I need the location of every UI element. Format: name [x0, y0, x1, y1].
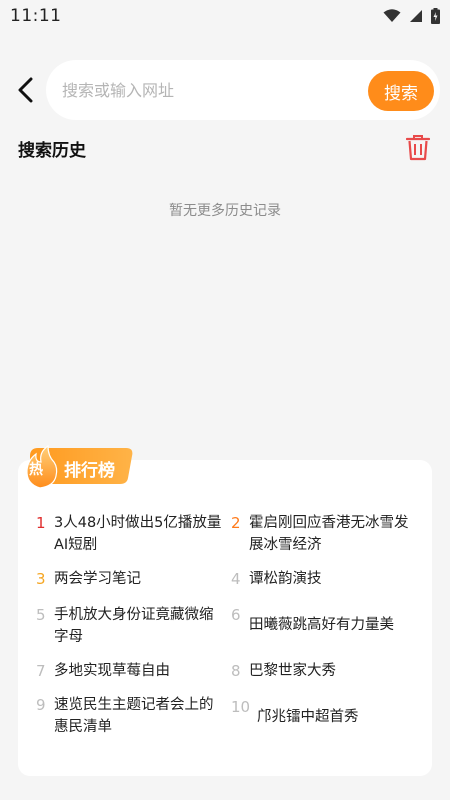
- rank-item-10[interactable]: 10 邝兆镭中超首秀: [231, 696, 359, 728]
- rank-title: 手机放大身份证竟藏微缩 字母: [54, 607, 214, 645]
- search-button[interactable]: 搜索: [368, 71, 434, 111]
- rank-item-8[interactable]: 8 巴黎世家大秀: [231, 660, 336, 682]
- rank-title: 多地实现草莓自由: [54, 663, 170, 679]
- flame-icon-label: 热: [29, 462, 43, 478]
- search-box: 搜索: [46, 60, 440, 120]
- rank-title: 3人48小时做出5亿播放量 AI短剧: [54, 515, 222, 553]
- rank-number: 4: [231, 570, 241, 588]
- battery-icon: [431, 8, 440, 24]
- rank-number: 5: [36, 606, 46, 624]
- rank-item-6[interactable]: 6 田曦薇跳高好有力量美: [231, 604, 394, 636]
- rank-number: 9: [36, 696, 46, 714]
- rank-title: 巴黎世家大秀: [249, 663, 336, 679]
- rank-title: 霍启刚回应香港无冰雪发 展冰雪经济: [249, 515, 409, 553]
- clear-history-button[interactable]: [404, 133, 432, 163]
- status-icons: [383, 8, 440, 24]
- trash-icon: [406, 135, 430, 161]
- rank-title: 谭松韵演技: [249, 571, 322, 587]
- history-header: 搜索历史: [18, 132, 432, 164]
- rank-item-3[interactable]: 3 两会学习笔记: [36, 568, 141, 590]
- rank-number: 10: [231, 698, 251, 716]
- rank-title: 邝兆镭中超首秀: [257, 709, 359, 725]
- history-title: 搜索历史: [18, 140, 86, 161]
- search-input[interactable]: [62, 70, 352, 110]
- rank-number: 2: [231, 514, 241, 532]
- status-bar: 11:11: [0, 0, 450, 32]
- chevron-left-icon: [18, 77, 33, 103]
- rank-title: 速览民生主题记者会上的 惠民清单: [54, 697, 214, 735]
- rank-item-7[interactable]: 7 多地实现草莓自由: [36, 660, 170, 682]
- wifi-icon: [383, 9, 401, 22]
- rank-number: 8: [231, 662, 241, 680]
- rank-item-5[interactable]: 5 手机放大身份证竟藏微缩 字母: [36, 604, 214, 648]
- rank-number: 1: [36, 514, 46, 532]
- rank-item-1[interactable]: 1 3人48小时做出5亿播放量 AI短剧: [36, 512, 221, 556]
- rank-item-2[interactable]: 2 霍启刚回应香港无冰雪发 展冰雪经济: [231, 512, 409, 556]
- rank-title: 田曦薇跳高好有力量美: [249, 617, 394, 633]
- rank-number: 7: [36, 662, 46, 680]
- rank-number: 3: [36, 570, 46, 588]
- rank-item-4[interactable]: 4 谭松韵演技: [231, 568, 322, 590]
- status-time: 11:11: [10, 6, 62, 26]
- back-button[interactable]: [2, 58, 50, 122]
- rank-item-9[interactable]: 9 速览民生主题记者会上的 惠民清单: [36, 694, 214, 738]
- empty-history-text: 暂无更多历史记录: [169, 203, 281, 219]
- ranking-tab-label: 排行榜: [64, 461, 115, 481]
- cell-signal-icon: [410, 10, 422, 22]
- rank-title: 两会学习笔记: [54, 571, 141, 587]
- rank-number: 6: [231, 606, 241, 624]
- search-row: 搜索: [0, 58, 450, 122]
